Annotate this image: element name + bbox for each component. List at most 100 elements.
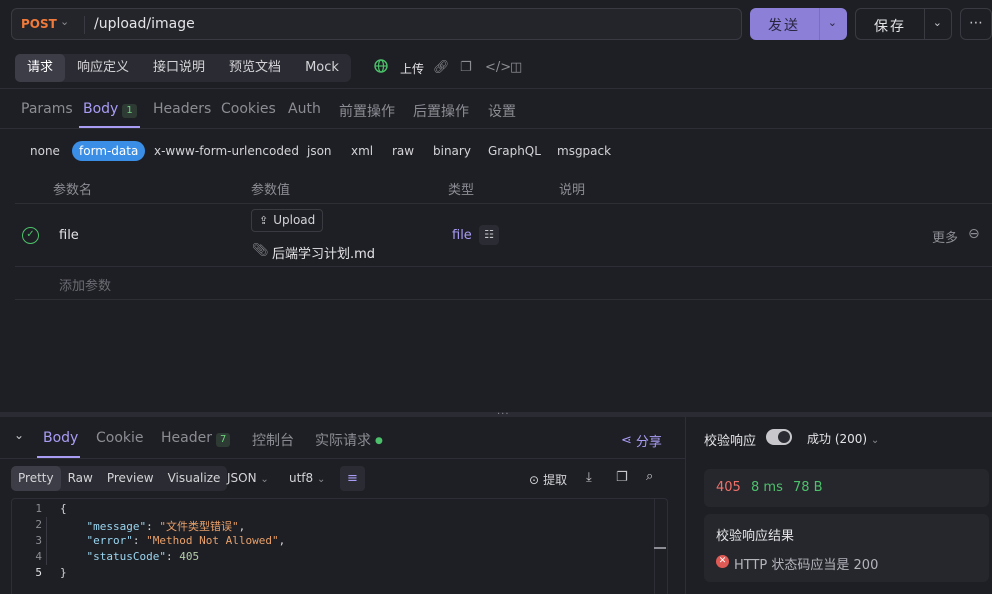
- status-select[interactable]: 成功 (200) ⌄: [807, 430, 879, 447]
- save-button[interactable]: 保存 ⌄: [855, 8, 952, 40]
- response-tab-header[interactable]: Header 7: [161, 430, 231, 447]
- response-tab-cookie[interactable]: Cookie: [96, 430, 144, 446]
- format-select[interactable]: JSON ⌄: [227, 471, 269, 485]
- url-input[interactable]: /upload/image: [94, 16, 195, 32]
- chevron-down-icon[interactable]: ⌄: [60, 15, 69, 28]
- tab-pre-operations[interactable]: 前置操作: [339, 101, 395, 121]
- code-line: {: [60, 502, 67, 515]
- divider: [0, 458, 685, 459]
- toggle-icon[interactable]: ☷: [479, 225, 499, 245]
- body-type-msgpack[interactable]: msgpack: [550, 141, 618, 161]
- json-value: 405: [179, 550, 200, 563]
- download-icon[interactable]: ⤓: [586, 470, 592, 485]
- tab-api-description[interactable]: 接口说明: [141, 54, 217, 82]
- collapse-chevron-icon[interactable]: ⌄: [14, 428, 24, 442]
- body-type-none[interactable]: none: [23, 141, 67, 161]
- body-type-binary[interactable]: binary: [426, 141, 478, 161]
- panel-icon[interactable]: ◫: [510, 60, 522, 75]
- link-icon[interactable]: 🔗︎: [433, 60, 450, 75]
- chevron-down-icon[interactable]: ⌄: [828, 16, 837, 29]
- encoding-select[interactable]: utf8 ⌄: [289, 471, 325, 485]
- divider: [15, 266, 992, 267]
- chevron-down-icon[interactable]: ⌄: [933, 16, 942, 29]
- upload-icon: ⇪: [259, 214, 269, 227]
- response-tab-actual-request[interactable]: 实际请求 ●: [315, 430, 383, 450]
- attached-filename[interactable]: 后端学习计划.md: [272, 243, 375, 262]
- add-param-input[interactable]: 添加参数: [59, 275, 111, 294]
- code-line: "message": "文件类型错误",: [86, 520, 246, 533]
- response-tab-body[interactable]: Body: [43, 430, 78, 446]
- ellipsis-icon: ⋯: [969, 15, 983, 31]
- url-bar: POST ⌄ /upload/image: [11, 8, 742, 40]
- column-header-value: 参数值: [251, 183, 291, 198]
- toggle-knob: [778, 431, 790, 443]
- tab-post-operations[interactable]: 后置操作: [413, 101, 469, 121]
- send-button[interactable]: 发送 ⌄: [750, 8, 847, 40]
- method-select[interactable]: POST: [21, 17, 57, 31]
- tab-mock[interactable]: Mock: [293, 54, 351, 82]
- code-icon[interactable]: </>: [485, 60, 511, 75]
- share-button[interactable]: ⋖ 分享: [621, 431, 662, 450]
- view-preview[interactable]: Preview: [100, 466, 161, 491]
- copy-icon[interactable]: ❐: [616, 470, 628, 485]
- view-pretty[interactable]: Pretty: [11, 466, 61, 491]
- response-tab-console[interactable]: 控制台: [252, 430, 294, 450]
- tab-settings[interactable]: 设置: [488, 101, 516, 121]
- json-value: "文件类型错误": [159, 520, 239, 533]
- json-key: "statusCode": [86, 550, 166, 563]
- upload-button-label: Upload: [273, 213, 316, 227]
- body-type-form-data[interactable]: form-data: [72, 141, 146, 161]
- tab-headers[interactable]: Headers: [153, 101, 211, 117]
- tab-auth[interactable]: Auth: [288, 101, 321, 117]
- validation-result-card: 校验响应结果 ✕ HTTP 状态码应当是 200: [704, 514, 989, 582]
- validate-response-label: 校验响应: [704, 434, 757, 449]
- view-visualize[interactable]: Visualize: [161, 466, 228, 491]
- tab-request[interactable]: 请求: [15, 54, 66, 82]
- body-type-xml[interactable]: xml: [344, 141, 380, 161]
- tab-cookies[interactable]: Cookies: [221, 101, 276, 117]
- upload-button[interactable]: ⇪ Upload: [251, 209, 324, 232]
- body-type-graphql[interactable]: GraphQL: [481, 141, 548, 161]
- param-name[interactable]: file: [59, 228, 79, 243]
- drag-handle-icon[interactable]: ···: [497, 409, 510, 420]
- more-options-button[interactable]: ⋯: [960, 8, 992, 40]
- response-code-editor[interactable]: 1 2 3 4 5 { "message": "文件类型错误", "error"…: [11, 498, 668, 594]
- line-number: 1: [35, 502, 42, 515]
- status-code: 405: [716, 480, 741, 495]
- check-icon: ✓: [26, 229, 35, 240]
- response-tab-header-label: Header: [161, 430, 212, 446]
- status-dot-icon: ●: [375, 436, 383, 446]
- remove-icon[interactable]: ⊖: [968, 226, 980, 242]
- body-type-urlencoded[interactable]: x-www-form-urlencoded: [147, 141, 306, 161]
- column-header-name: 参数名: [53, 183, 93, 198]
- more-link[interactable]: 更多: [932, 227, 958, 246]
- line-number: 3: [35, 534, 42, 547]
- validate-toggle[interactable]: [766, 429, 792, 445]
- tab-body[interactable]: Body 1: [83, 101, 137, 118]
- tab-params[interactable]: Params: [21, 101, 73, 117]
- view-mode-tabs: Pretty Raw Preview Visualize: [11, 466, 228, 491]
- json-value: "Method Not Allowed": [146, 534, 279, 547]
- copy-icon[interactable]: ❐: [460, 60, 472, 75]
- tab-preview-docs[interactable]: 预览文档: [217, 54, 293, 82]
- scrollbar-thumb[interactable]: [654, 547, 666, 549]
- search-icon[interactable]: ⌕: [646, 469, 653, 484]
- param-type-select[interactable]: file: [452, 228, 472, 243]
- mode-tabs: 请求 响应定义 接口说明 预览文档 Mock: [15, 54, 351, 82]
- save-button-label: 保存: [874, 19, 906, 35]
- response-meta-card: 405 8 ms 78 B: [704, 469, 989, 507]
- tab-response-definition[interactable]: 响应定义: [65, 54, 141, 82]
- upload-label[interactable]: 上传: [400, 60, 424, 77]
- body-type-json[interactable]: json: [300, 141, 339, 161]
- divider: [0, 88, 992, 89]
- tab-body-label: Body: [83, 101, 119, 117]
- view-raw[interactable]: Raw: [61, 466, 100, 491]
- extract-button[interactable]: ⊙ 提取: [529, 471, 567, 488]
- enabled-checkbox[interactable]: ✓: [22, 227, 39, 244]
- response-size: 78 B: [793, 480, 823, 495]
- body-type-raw[interactable]: raw: [385, 141, 421, 161]
- globe-icon[interactable]: [374, 59, 388, 77]
- wrap-lines-icon[interactable]: ≡: [340, 466, 365, 491]
- divider: [15, 203, 992, 204]
- count-badge: 7: [215, 433, 231, 447]
